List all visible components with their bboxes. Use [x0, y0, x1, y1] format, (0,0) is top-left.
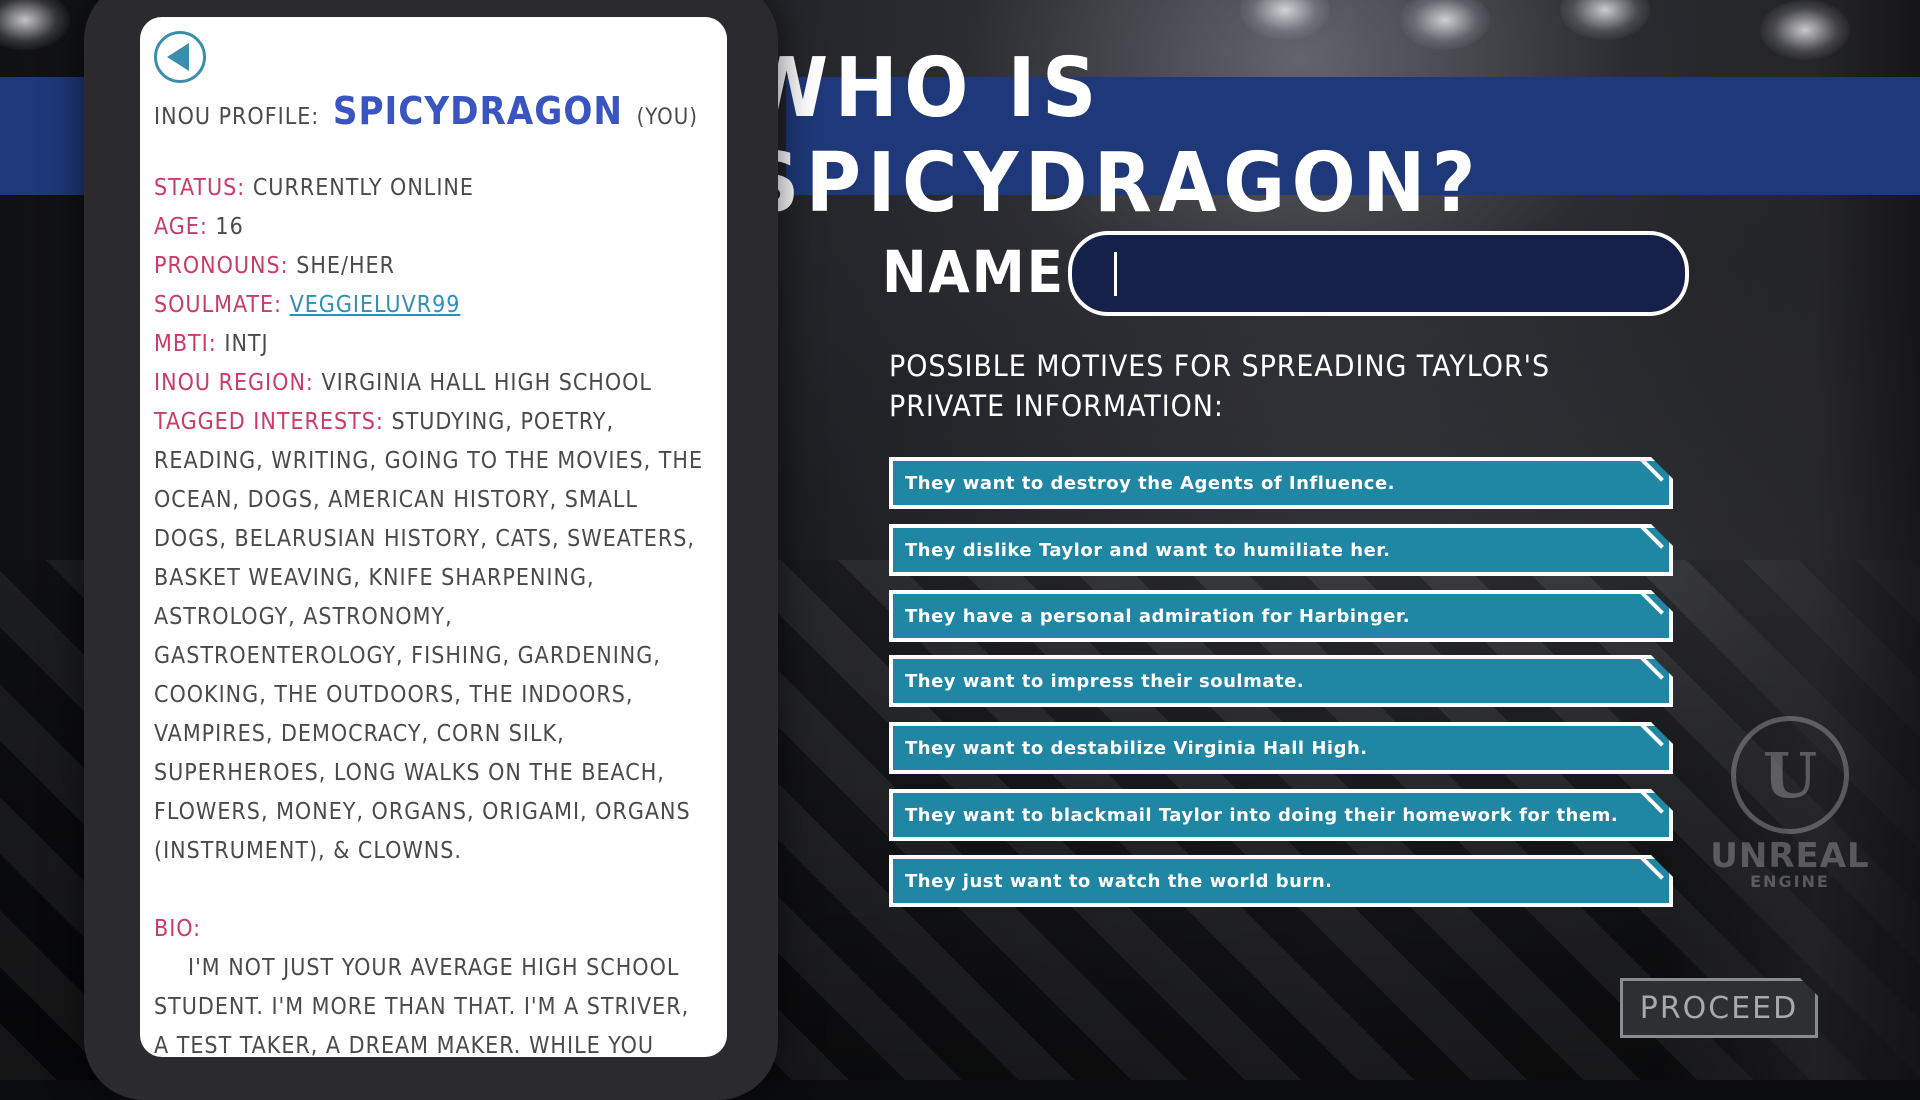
page-title: WHO IS SPICYDRAGON?	[744, 41, 1482, 231]
profile-heading: INOU PROFILE: SPICYDRAGON (YOU)	[154, 89, 707, 133]
unreal-engine-logo-icon: U	[1731, 716, 1849, 834]
bio-label: BIO:	[154, 916, 202, 942]
bio-text: I'M NOT JUST YOUR AVERAGE HIGH SCHOOL ST…	[154, 955, 690, 1057]
field-pronouns: PRONOUNS: SHE/HER	[154, 247, 707, 286]
field-label: INOU REGION:	[154, 370, 314, 396]
banner-left-strip	[0, 77, 85, 195]
field-value: SHE/HER	[296, 253, 395, 279]
profile-screen[interactable]: INOU PROFILE: SPICYDRAGON (YOU) STATUS: …	[140, 17, 727, 1057]
text-cursor	[1114, 252, 1117, 296]
field-value: INTJ	[224, 331, 269, 357]
proceed-button[interactable]: PROCEED	[1620, 978, 1818, 1038]
field-age: AGE: 16	[154, 208, 707, 247]
motive-option[interactable]: They want to impress their soulmate.	[889, 655, 1673, 707]
motive-option[interactable]: They want to destroy the Agents of Influ…	[889, 457, 1673, 509]
profile-heading-label: INOU PROFILE:	[154, 104, 320, 130]
watermark-word: UNREAL	[1710, 836, 1870, 876]
profile-fields: STATUS: CURRENTLY ONLINE AGE: 16 PRONOUN…	[154, 169, 707, 871]
field-status: STATUS: CURRENTLY ONLINE	[154, 169, 707, 208]
field-region: INOU REGION: VIRGINIA HALL HIGH SCHOOL	[154, 364, 707, 403]
field-mbti: MBTI: INTJ	[154, 325, 707, 364]
back-arrow-icon	[167, 43, 189, 71]
name-label: NAME:	[882, 238, 1089, 306]
motive-option[interactable]: They just want to watch the world burn.	[889, 855, 1673, 907]
motives-heading: POSSIBLE MOTIVES FOR SPREADING TAYLOR'S …	[889, 349, 1551, 423]
field-label: AGE:	[154, 214, 208, 240]
field-value: STUDYING, POETRY, READING, WRITING, GOIN…	[154, 409, 704, 864]
field-label: SOULMATE:	[154, 292, 282, 318]
field-soulmate: SOULMATE: VEGGIELUVR99	[154, 286, 707, 325]
field-label: PRONOUNS:	[154, 253, 289, 279]
field-value: VIRGINIA HALL HIGH SCHOOL	[321, 370, 652, 396]
motive-option[interactable]: They want to blackmail Taylor into doing…	[889, 789, 1673, 841]
field-value: CURRENTLY ONLINE	[252, 175, 474, 201]
field-label: TAGGED INTERESTS:	[154, 409, 384, 435]
you-tag: (YOU)	[636, 105, 698, 130]
profile-username: SPICYDRAGON	[332, 89, 623, 133]
name-input[interactable]	[1068, 231, 1689, 316]
soulmate-link[interactable]: VEGGIELUVR99	[290, 292, 461, 318]
motive-option[interactable]: They dislike Taylor and want to humiliat…	[889, 524, 1673, 576]
field-label: STATUS:	[154, 175, 246, 201]
title-banner: WHO IS SPICYDRAGON?	[745, 41, 1920, 231]
field-interests: TAGGED INTERESTS: STUDYING, POETRY, READ…	[154, 403, 707, 871]
back-button[interactable]	[154, 31, 206, 83]
field-value: 16	[215, 214, 244, 240]
field-label: MBTI:	[154, 331, 217, 357]
motive-option[interactable]: They want to destabilize Virginia Hall H…	[889, 722, 1673, 774]
unreal-engine-watermark: U UNREAL ENGINE	[1700, 716, 1880, 891]
motive-option[interactable]: They have a personal admiration for Harb…	[889, 590, 1673, 642]
